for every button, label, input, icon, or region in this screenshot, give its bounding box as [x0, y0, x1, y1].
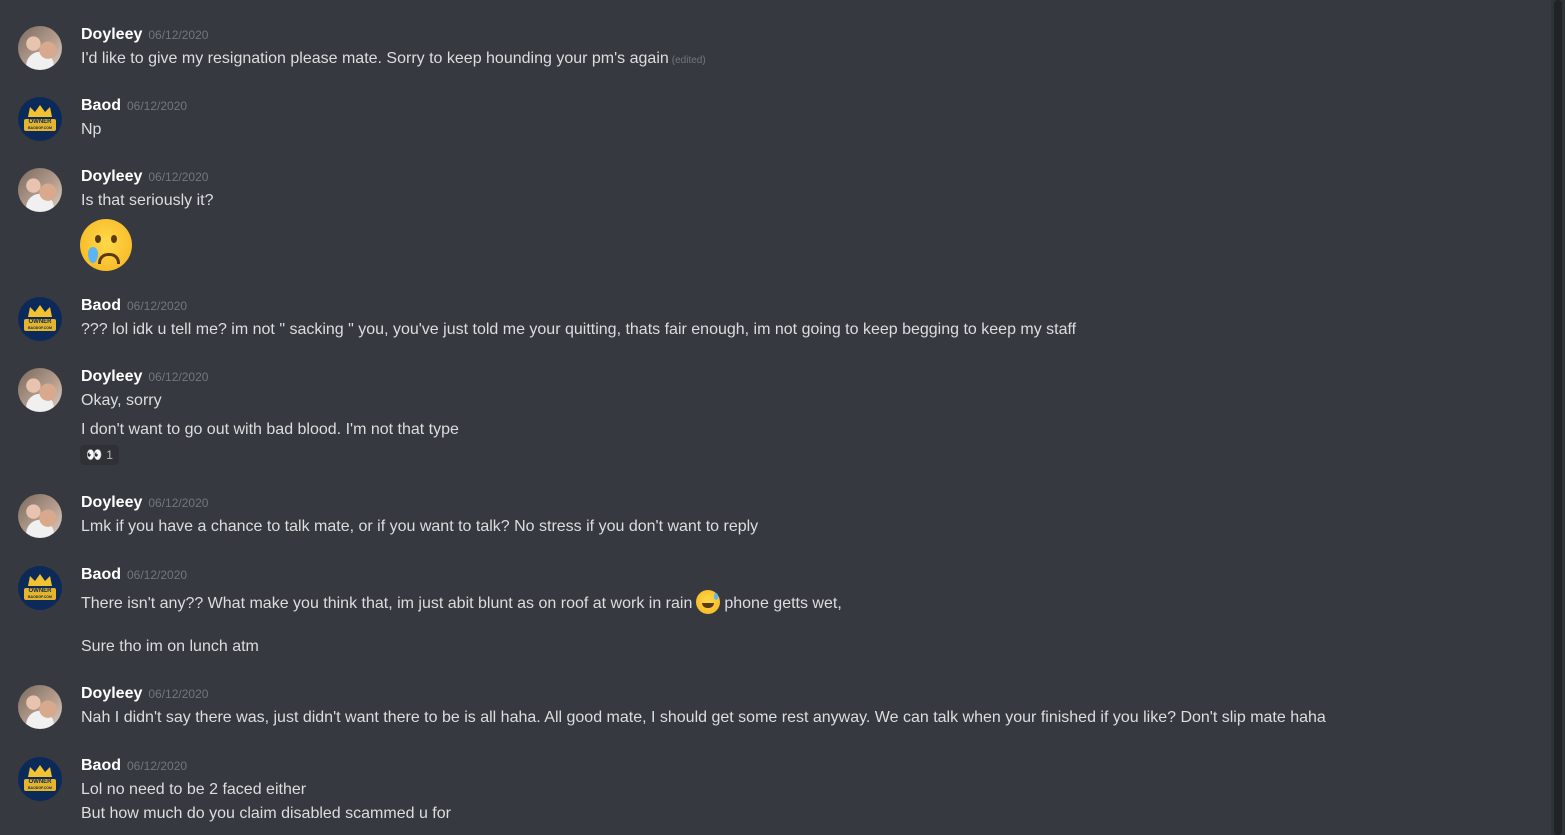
message-text: But how much do you claim disabled scamm… [81, 805, 451, 822]
author-name[interactable]: Doyleey [81, 494, 142, 511]
avatar[interactable] [18, 26, 62, 70]
message-text: Okay, sorry [81, 392, 162, 409]
author-name[interactable]: Doyleey [81, 368, 142, 385]
avatar[interactable] [18, 494, 62, 538]
message-text: Is that seriously it? [81, 192, 214, 209]
reaction-button[interactable]: 👀 1 [80, 445, 119, 465]
avatar-owner-text: OWNER [28, 779, 52, 785]
scrollbar-track[interactable] [1551, 0, 1565, 835]
author-name[interactable]: Baod [81, 97, 121, 114]
avatar[interactable] [18, 685, 62, 729]
author-name[interactable]: Doyleey [81, 26, 142, 43]
cry-emoji-icon [80, 219, 132, 271]
message-text: I don't want to go out with bad blood. I… [81, 421, 459, 438]
avatar[interactable]: OWNER BAODGF.COM [18, 97, 62, 141]
timestamp: 06/12/2020 [127, 99, 188, 113]
timestamp: 06/12/2020 [148, 370, 209, 384]
avatar-site-text: BAODGF.COM [28, 595, 52, 599]
crown-icon [28, 574, 52, 586]
message-text: phone getts wet, [724, 595, 842, 612]
message-text: Nah I didn't say there was, just didn't … [81, 709, 1326, 726]
avatar[interactable] [18, 368, 62, 412]
avatar-owner-text: OWNER [28, 588, 52, 594]
avatar-owner-text: OWNER [28, 119, 52, 125]
message-text: Lmk if you have a chance to talk mate, o… [81, 518, 759, 535]
timestamp: 06/12/2020 [127, 568, 188, 582]
avatar[interactable]: OWNER BAODGF.COM [18, 757, 62, 801]
timestamp: 06/12/2020 [148, 496, 209, 510]
crown-icon [28, 305, 52, 317]
message-text: I'd like to give my resignation please m… [81, 50, 669, 67]
author-name[interactable]: Baod [81, 566, 121, 583]
message-text: Lol no need to be 2 faced either [81, 781, 307, 798]
scrollbar-thumb[interactable] [1554, 0, 1562, 835]
edited-label: (edited) [671, 55, 706, 66]
author-name[interactable]: Baod [81, 297, 121, 314]
message-text: Np [81, 121, 102, 138]
timestamp: 06/12/2020 [127, 759, 188, 773]
message-text: There isn't any?? What make you think th… [81, 595, 693, 612]
avatar-site-text: BAODGF.COM [28, 126, 52, 130]
timestamp: 06/12/2020 [148, 170, 209, 184]
crown-icon [28, 105, 52, 117]
timestamp: 06/12/2020 [127, 299, 188, 313]
avatar[interactable] [18, 168, 62, 212]
reaction-count: 1 [106, 448, 113, 462]
avatar-owner-text: OWNER [28, 319, 52, 325]
timestamp: 06/12/2020 [148, 28, 209, 42]
avatar[interactable]: OWNER BAODGF.COM [18, 297, 62, 341]
avatar[interactable]: OWNER BAODGF.COM [18, 566, 62, 610]
eyes-emoji-icon: 👀 [86, 447, 103, 462]
author-name[interactable]: Baod [81, 757, 121, 774]
sweat-smile-emoji-icon [696, 590, 721, 614]
timestamp: 06/12/2020 [148, 687, 209, 701]
author-name[interactable]: Doyleey [81, 168, 142, 185]
avatar-site-text: BAODGF.COM [28, 786, 52, 790]
avatar-site-text: BAODGF.COM [28, 326, 52, 330]
author-name[interactable]: Doyleey [81, 685, 142, 702]
message-text: ??? lol idk u tell me? im not " sacking … [81, 321, 1077, 338]
crown-icon [28, 765, 52, 777]
message-text: Sure tho im on lunch atm [81, 638, 259, 655]
